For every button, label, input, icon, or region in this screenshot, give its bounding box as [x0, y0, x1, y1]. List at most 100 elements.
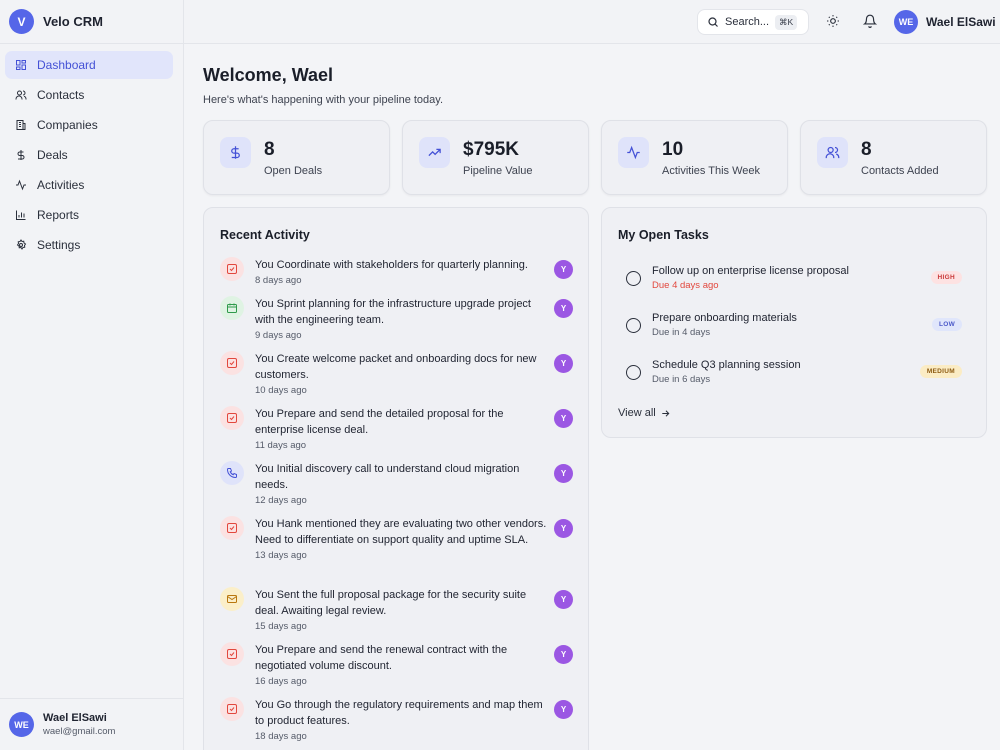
search-placeholder: Search... [725, 16, 770, 28]
sidebar-item-label: Reports [37, 208, 80, 222]
recent-activity-panel: Recent Activity You Coordinate with stak… [203, 207, 589, 750]
task-due: Due in 4 days [652, 327, 711, 338]
task-checkbox[interactable] [626, 271, 641, 286]
sidebar-item-activities[interactable]: Activities [5, 171, 173, 199]
sidebar-item-deals[interactable]: Deals [5, 141, 173, 169]
task-icon [220, 257, 244, 281]
task-item[interactable]: Prepare onboarding materials Due in 4 da… [626, 312, 962, 344]
page-title: Welcome, Wael [203, 65, 334, 85]
activity-time: 12 days ago [255, 495, 307, 506]
stat-value: 8 [861, 139, 872, 160]
stat-value: 10 [662, 139, 684, 160]
open-tasks-panel: My Open Tasks Follow up on enterprise li… [601, 207, 987, 438]
sidebar-item-label: Settings [37, 238, 81, 252]
activity-text: You Prepare and send the detailed propos… [255, 408, 504, 436]
search-button[interactable]: Search... ⌘K [697, 9, 809, 35]
priority-badge: MEDIUM [919, 365, 962, 378]
sidebar-item-contacts[interactable]: Contacts [5, 81, 173, 109]
brand-name: Velo CRM [43, 14, 103, 29]
priority-badge: LOW [931, 318, 962, 331]
trending-up-icon [419, 137, 450, 168]
user-name: Wael ElSawi [43, 712, 107, 724]
task-icon [220, 516, 244, 540]
user-email: wael@gmail.com [43, 726, 116, 737]
notifications-button[interactable] [862, 14, 878, 28]
dashboard-icon [15, 59, 27, 71]
stat-card-pipeline-value: $795K Pipeline Value [402, 120, 589, 195]
task-item[interactable]: Follow up on enterprise license proposal… [626, 265, 962, 297]
search-shortcut: ⌘K [775, 14, 798, 30]
activity-time: 9 days ago [255, 330, 302, 341]
sidebar-item-companies[interactable]: Companies [5, 111, 173, 139]
activity-time: 8 days ago [255, 275, 302, 286]
sidebar-item-label: Contacts [37, 88, 85, 102]
activity-time: 10 days ago [255, 385, 307, 396]
stat-label: Open Deals [264, 165, 323, 177]
sidebar-item-label: Dashboard [37, 58, 96, 72]
sidebar: V Velo CRM Dashboard Contacts Companies [0, 0, 184, 750]
sidebar-item-label: Companies [37, 118, 98, 132]
sidebar-item-reports[interactable]: Reports [5, 201, 173, 229]
stat-label: Pipeline Value [463, 165, 533, 177]
sidebar-user[interactable]: WE Wael ElSawi wael@gmail.com [0, 698, 184, 750]
user-name: Wael ElSawi [926, 15, 996, 29]
activity-text: You Prepare and send the renewal contrac… [255, 644, 508, 672]
avatar: Y [554, 409, 573, 428]
sidebar-item-settings[interactable]: Settings [5, 231, 173, 259]
avatar: Y [554, 260, 573, 279]
activity-text: You Create welcome packet and onboarding… [255, 353, 537, 381]
activity-text: You Initial discovery call to understand… [255, 463, 520, 491]
dollar-icon [220, 137, 251, 168]
sidebar-item-label: Activities [37, 178, 85, 192]
calendar-icon [220, 296, 244, 320]
activity-text: You Coordinate with stakeholders for qua… [255, 259, 528, 271]
task-icon [220, 406, 244, 430]
topbar: Search... ⌘K WE Wael ElSawi [184, 0, 1000, 44]
activity-time: 11 days ago [255, 440, 307, 451]
avatar: Y [554, 464, 573, 483]
sidebar-nav: Dashboard Contacts Companies Deals Activ… [0, 44, 183, 259]
view-all-link[interactable]: View all [618, 407, 671, 419]
priority-badge: HIGH [930, 271, 962, 284]
sidebar-item-label: Deals [37, 148, 68, 162]
avatar: Y [554, 700, 573, 719]
contacts-icon [15, 89, 27, 101]
settings-icon [15, 239, 27, 251]
activity-time: 13 days ago [255, 550, 307, 561]
avatar: WE [894, 10, 918, 34]
stat-label: Contacts Added [861, 165, 939, 177]
activity-text: You Sent the full proposal package for t… [255, 589, 527, 617]
arrow-right-icon [662, 409, 670, 417]
task-icon [220, 642, 244, 666]
companies-icon [15, 119, 27, 131]
theme-toggle-button[interactable] [826, 14, 840, 28]
search-icon [708, 17, 718, 27]
task-checkbox[interactable] [626, 318, 641, 333]
task-title: Follow up on enterprise license proposal [652, 265, 849, 277]
task-title: Schedule Q3 planning session [652, 359, 801, 371]
task-icon [220, 351, 244, 375]
activity-time: 16 days ago [255, 676, 307, 687]
task-due: Due in 6 days [652, 374, 711, 385]
panel-title: Recent Activity [220, 228, 310, 242]
activity-icon [15, 179, 27, 191]
users-icon [817, 137, 848, 168]
sidebar-item-dashboard[interactable]: Dashboard [5, 51, 173, 79]
stat-value: 8 [264, 139, 275, 160]
stat-value: $795K [463, 139, 519, 160]
bell-icon [862, 14, 878, 28]
task-checkbox[interactable] [626, 365, 641, 380]
activity-text: You Go through the regulatory requiremen… [255, 699, 543, 727]
avatar: Y [554, 590, 573, 609]
activity-text: You Hank mentioned they are evaluating t… [255, 518, 547, 546]
stat-card-activities: 10 Activities This Week [601, 120, 788, 195]
avatar: WE [9, 712, 34, 737]
page-subtitle: Here's what's happening with your pipeli… [203, 94, 444, 106]
brand-logo: V [9, 9, 34, 34]
user-menu[interactable]: WE Wael ElSawi [894, 10, 996, 34]
avatar: Y [554, 299, 573, 318]
task-item[interactable]: Schedule Q3 planning session Due in 6 da… [626, 359, 962, 391]
activity-icon [618, 137, 649, 168]
brand[interactable]: V Velo CRM [0, 0, 183, 44]
avatar: Y [554, 645, 573, 664]
